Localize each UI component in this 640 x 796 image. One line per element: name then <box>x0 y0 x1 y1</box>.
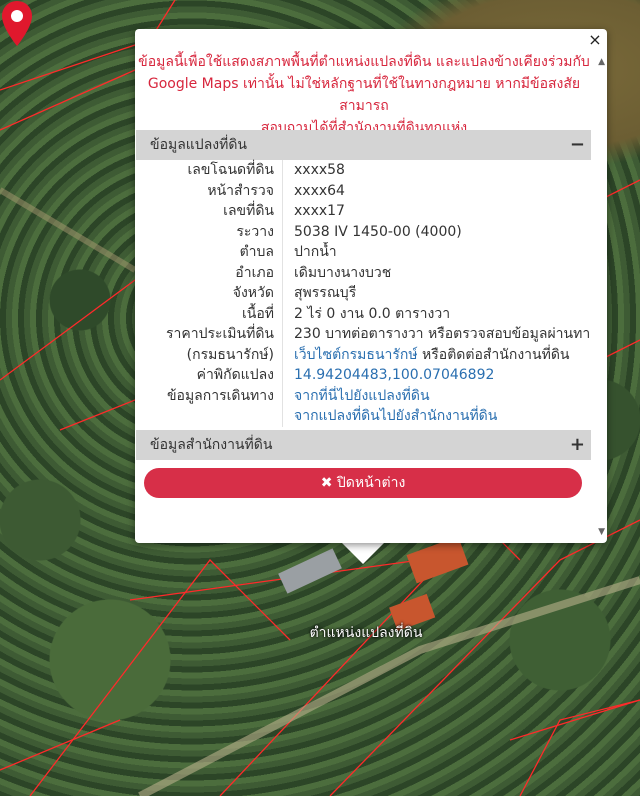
scroll-down-arrow-icon[interactable]: ▼ <box>598 527 605 537</box>
area-label: เนื้อที่ <box>242 305 274 322</box>
district-label: อำเภอ <box>235 264 274 281</box>
location-pin-icon[interactable] <box>0 0 34 48</box>
collapse-icon[interactable]: − <box>570 130 585 160</box>
land-info-table: เลขโฉนดที่ดิน xxxx58 หน้าสำรวจ xxxx64 เล… <box>136 160 591 427</box>
price-value-rest: หรือติดต่อสำนักงานที่ดิน <box>417 346 570 363</box>
table-row: หน้าสำรวจ xxxx64 <box>136 180 591 201</box>
table-row: เลขที่ดิน xxxx17 <box>136 201 591 222</box>
land-info-title: ข้อมูลแปลงที่ดิน <box>150 137 248 153</box>
area-value: 2 ไร่ 0 งาน 0.0 ตารางวา <box>282 303 591 324</box>
price-label-line-2: (กรมธนารักษ์) <box>186 346 274 363</box>
price-label-line-1: ราคาประเมินที่ดิน <box>165 326 274 342</box>
table-row: ข้อมูลการเดินทาง จากที่นี่ไปยังแปลงที่ดิ… <box>136 385 591 427</box>
close-window-button[interactable]: ✖ ปิดหน้าต่าง <box>144 468 582 498</box>
info-popup: × ▲ ▼ ข้อมูลนี้เพื่อใช้แสดงสภาพพื้นที่ตำ… <box>135 29 607 543</box>
marker-label: ตำแหน่งแปลงที่ดิน <box>309 625 423 641</box>
subdistrict-label: ตำบล <box>239 244 274 260</box>
directions-label: ข้อมูลการเดินทาง <box>166 387 274 404</box>
coords-value: 14.94204483,100.07046892 <box>282 365 591 386</box>
price-value: 230 บาทต่อตารางวา หรือตรวจสอบข้อมูลผ่านท… <box>282 324 591 365</box>
expand-icon[interactable]: + <box>570 430 585 460</box>
province-label: จังหวัด <box>232 285 274 301</box>
treasury-website-link[interactable]: เว็บไซต์กรมธนารักษ์ <box>294 347 418 363</box>
popup-tail <box>341 542 385 564</box>
coords-label: ค่าพิกัดแปลง <box>196 367 274 383</box>
land-info-header[interactable]: ข้อมูลแปลงที่ดิน − <box>136 130 591 160</box>
survey-page-label: หน้าสำรวจ <box>207 182 274 199</box>
price-value-line-2: เว็บไซต์กรมธนารักษ์ หรือติดต่อสำนักงานที… <box>294 345 591 366</box>
table-row: ตำบล ปากน้ำ <box>136 242 591 263</box>
land-no-label: เลขที่ดิน <box>223 203 274 219</box>
directions-value: จากที่นี่ไปยังแปลงที่ดิน จากแปลงที่ดินไป… <box>282 385 591 427</box>
table-row: เลขโฉนดที่ดิน xxxx58 <box>136 160 591 181</box>
subdistrict-value: ปากน้ำ <box>282 242 591 263</box>
survey-page-value: xxxx64 <box>282 180 591 201</box>
office-info-header[interactable]: ข้อมูลสำนักงานที่ดิน + <box>136 430 591 460</box>
scroll-up-arrow-icon[interactable]: ▲ <box>598 57 605 67</box>
table-row: จังหวัด สุพรรณบุรี <box>136 283 591 304</box>
close-icon[interactable]: × <box>587 30 603 49</box>
table-row: ระวาง 5038 IV 1450-00 (4000) <box>136 221 591 242</box>
coords-link[interactable]: 14.94204483,100.07046892 <box>294 367 494 383</box>
deed-no-value: xxxx58 <box>282 160 591 181</box>
price-value-line-1: 230 บาทต่อตารางวา หรือตรวจสอบข้อมูลผ่านท… <box>294 326 591 342</box>
price-label: ราคาประเมินที่ดิน (กรมธนารักษ์) <box>136 324 282 365</box>
land-no-value: xxxx17 <box>282 201 591 222</box>
sheet-label: ระวาง <box>236 223 274 240</box>
table-row: อำเภอ เดิมบางนางบวช <box>136 262 591 283</box>
province-value: สุพรรณบุรี <box>282 283 591 304</box>
district-value: เดิมบางนางบวช <box>282 262 591 283</box>
deed-no-label: เลขโฉนดที่ดิน <box>187 162 274 178</box>
disclaimer-notice: ข้อมูลนี้เพื่อใช้แสดงสภาพพื้นที่ตำแหน่งแ… <box>135 51 593 139</box>
directions-to-office-link[interactable]: จากแปลงที่ดินไปยังสำนักงานที่ดิน <box>294 408 497 424</box>
table-row: ค่าพิกัดแปลง 14.94204483,100.07046892 <box>136 365 591 386</box>
sheet-value: 5038 IV 1450-00 (4000) <box>282 221 591 242</box>
notice-line-1: ข้อมูลนี้เพื่อใช้แสดงสภาพพื้นที่ตำแหน่งแ… <box>138 54 590 70</box>
table-row: ราคาประเมินที่ดิน (กรมธนารักษ์) 230 บาทต… <box>136 324 591 365</box>
office-info-title: ข้อมูลสำนักงานที่ดิน <box>150 437 273 453</box>
table-row: เนื้อที่ 2 ไร่ 0 งาน 0.0 ตารางวา <box>136 303 591 324</box>
notice-line-2: Google Maps เท่านั้น ไม่ใช่หลักฐานที่ใช้… <box>147 76 581 114</box>
directions-to-parcel-link[interactable]: จากที่นี่ไปยังแปลงที่ดิน <box>294 388 430 404</box>
